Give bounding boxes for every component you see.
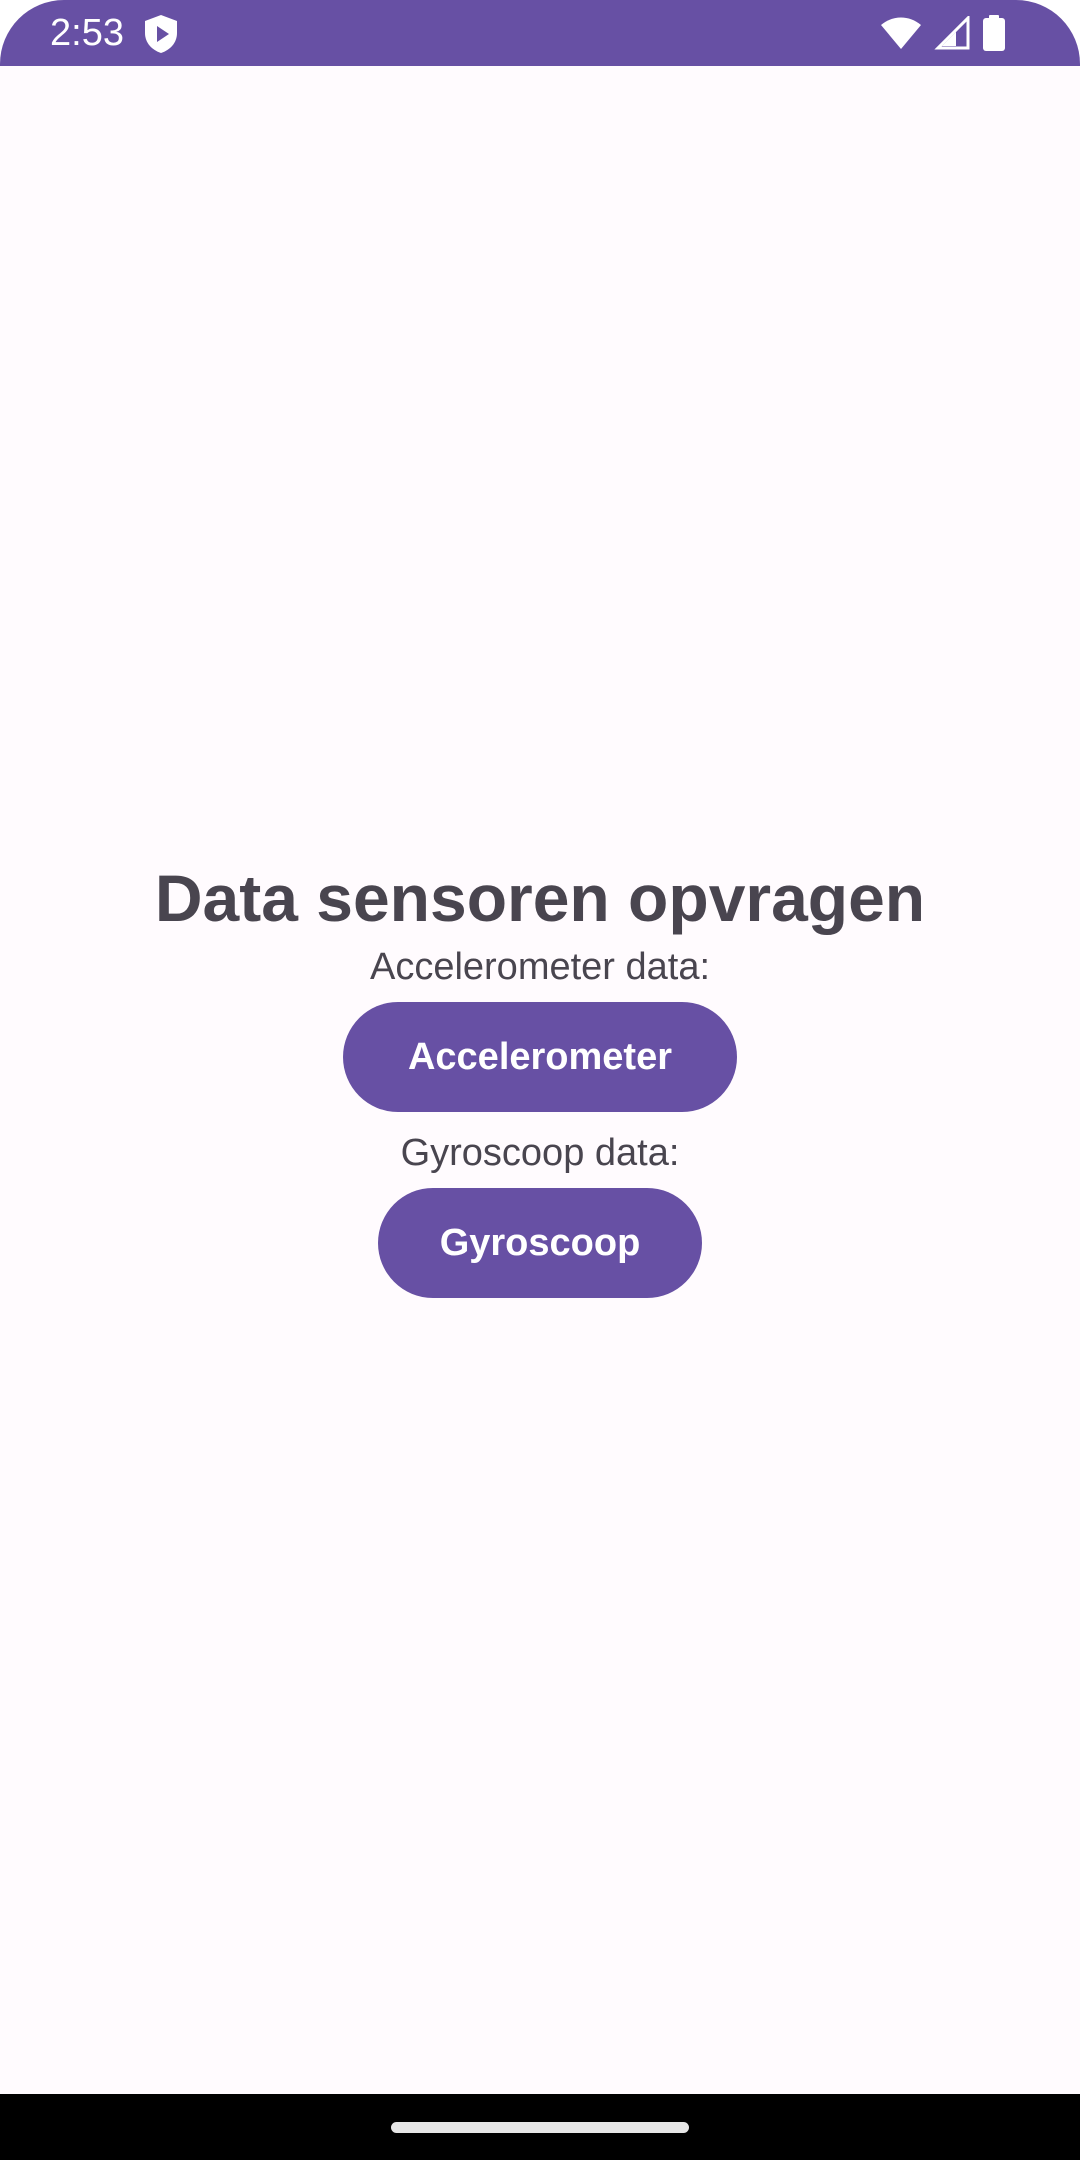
cell-signal-icon [934, 16, 970, 50]
shield-play-icon [143, 14, 179, 54]
accelerometer-data-label: Accelerometer data: [369, 946, 711, 988]
page-title: Data sensoren opvragen [154, 861, 926, 935]
wifi-icon [880, 16, 922, 50]
status-bar: 2:53 [0, 0, 1080, 66]
home-gesture-handle[interactable] [391, 2122, 689, 2133]
navigation-bar [0, 2094, 1080, 2160]
gyroscope-data-label: Gyroscoop data: [400, 1132, 680, 1174]
main-content: Data sensoren opvragen Accelerometer dat… [0, 860, 1080, 1298]
accelerometer-button[interactable]: Accelerometer [343, 1002, 737, 1112]
gyroscope-button[interactable]: Gyroscoop [378, 1188, 702, 1298]
status-icons [880, 15, 1006, 51]
battery-icon [982, 15, 1006, 51]
app-screen: 2:53 Data sensoren opvragen Acceleromete… [0, 0, 1080, 2160]
status-time: 2:53 [50, 12, 124, 54]
